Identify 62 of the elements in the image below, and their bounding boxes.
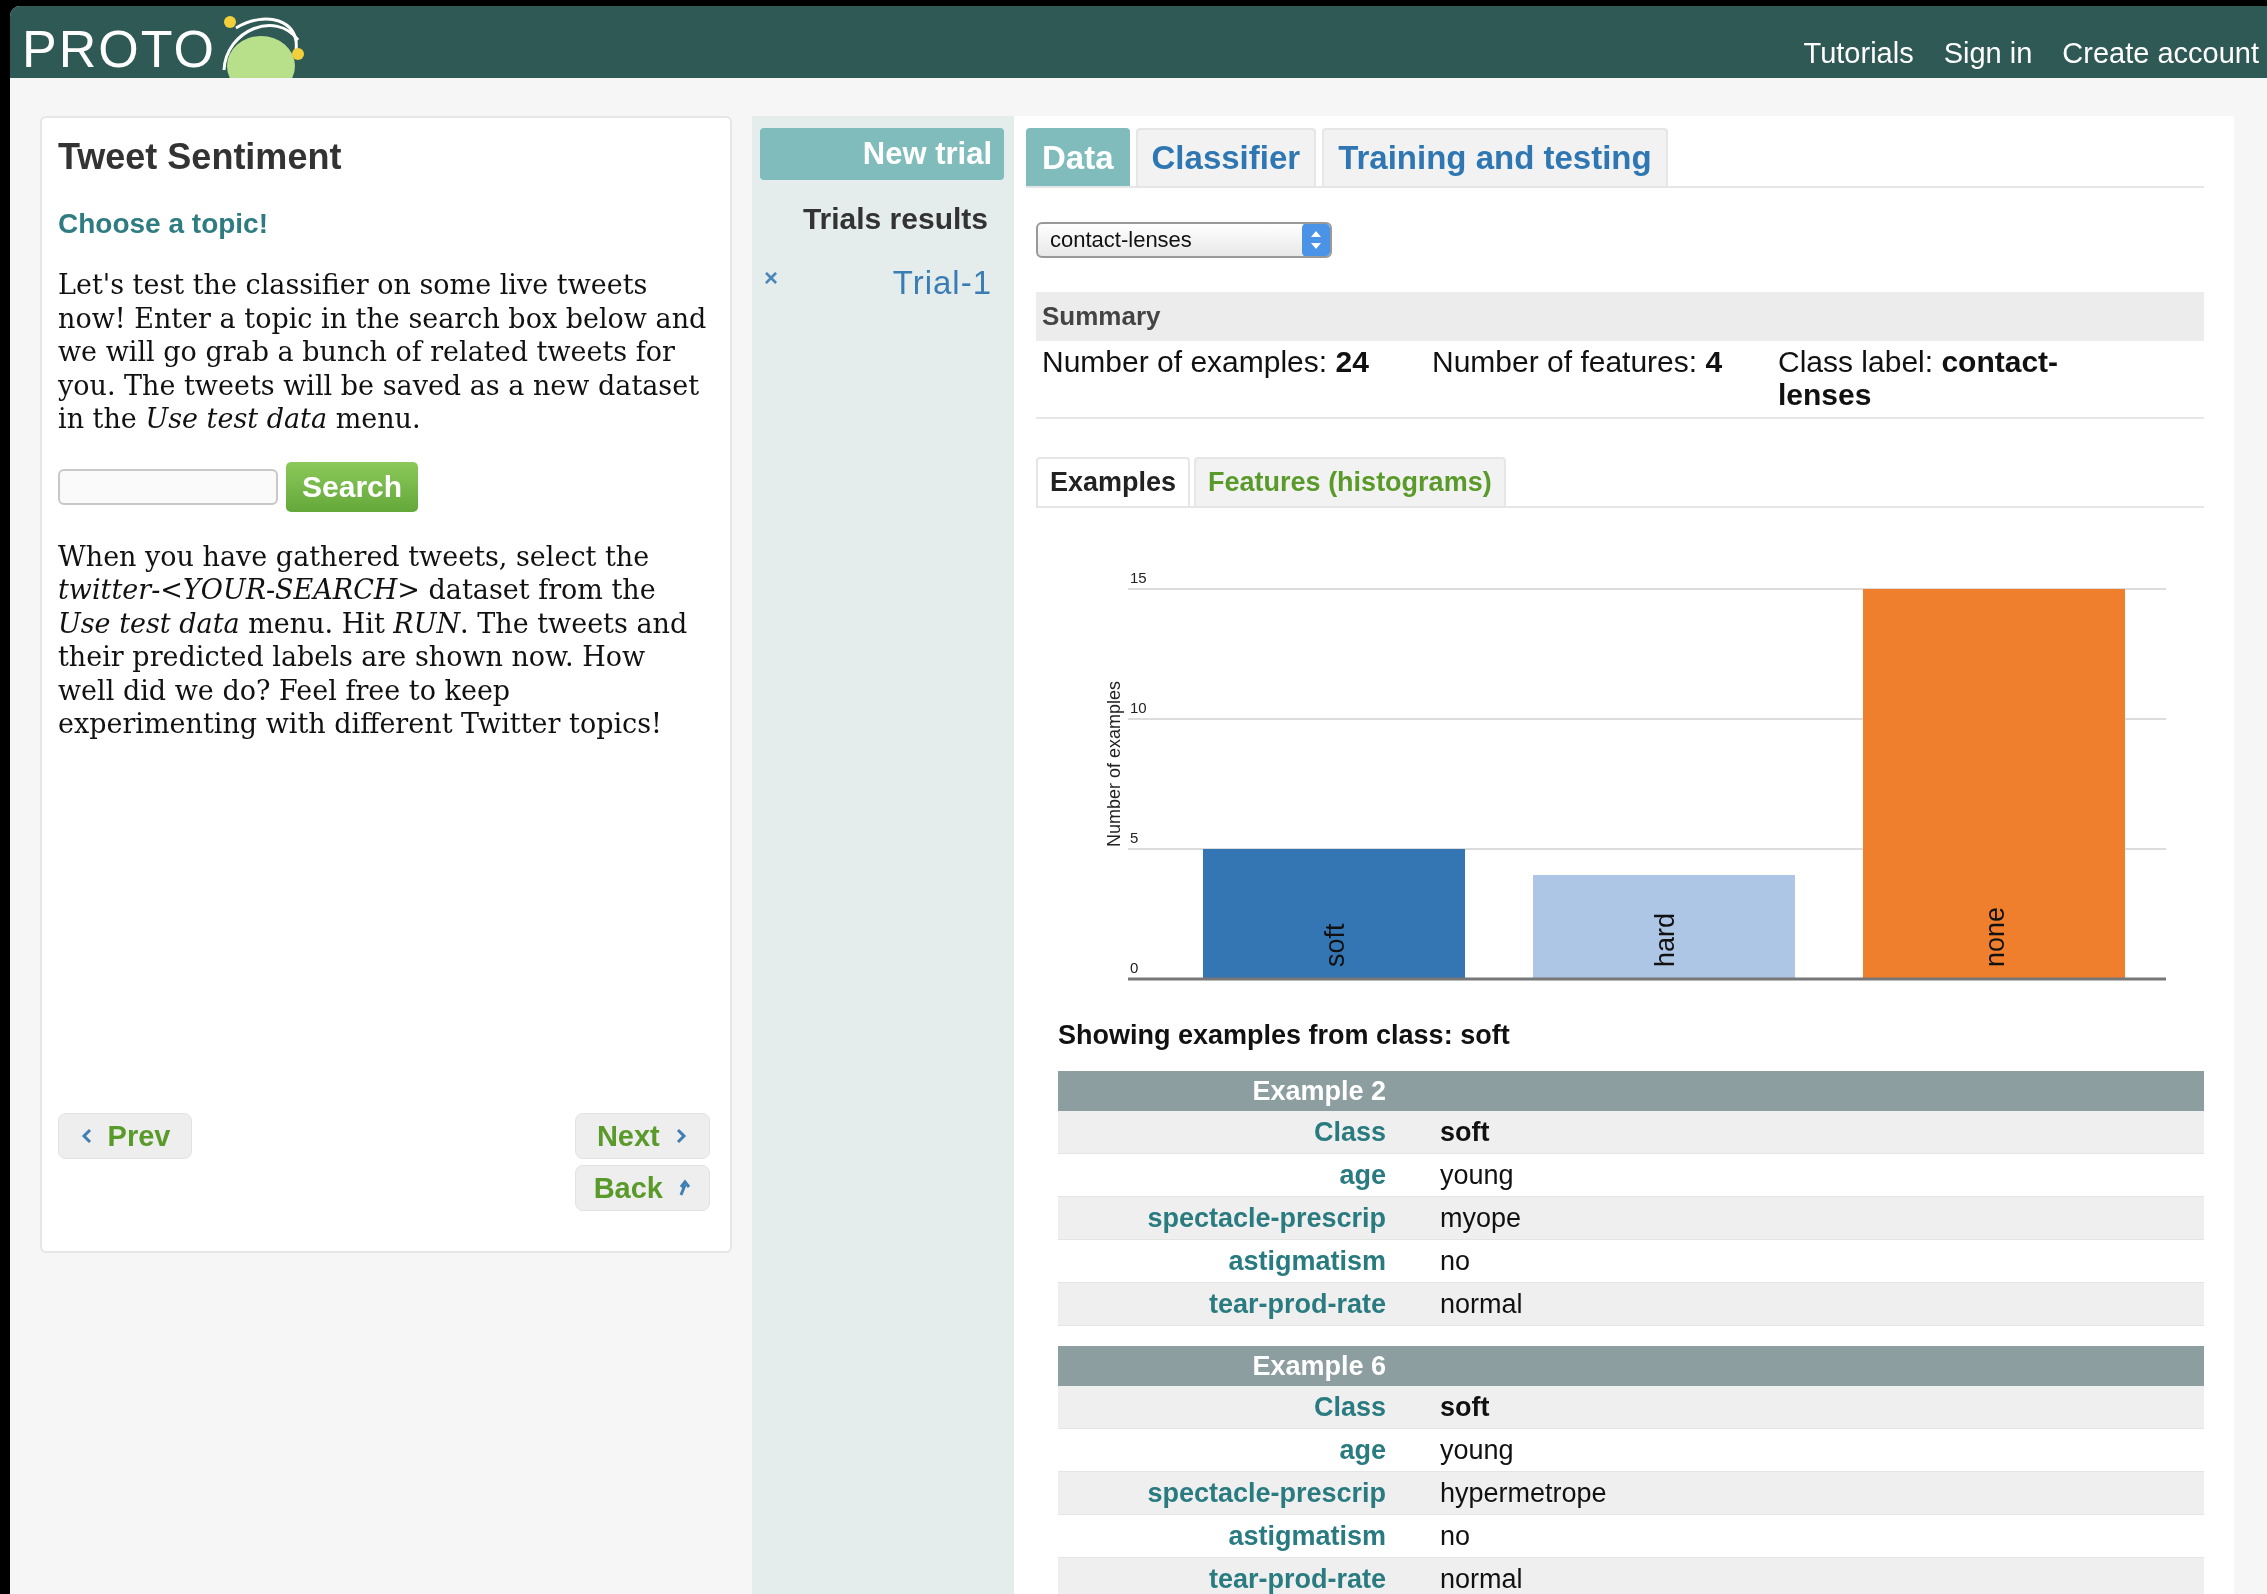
tick-label: 5 xyxy=(1130,829,1139,846)
attribute-value: no xyxy=(1440,1520,1471,1552)
lesson-title: Tweet Sentiment xyxy=(58,136,343,178)
axis-title: Number of examples xyxy=(1104,680,1124,848)
summary-stat: Number of features: 4 xyxy=(1432,345,1724,380)
lesson-paragraph: Let's test the classifier on some live tweets now! Enter a topic in the search box below and we will go grab a bunch of related tweets for you. The tweets will be saved as a new dataset in the Use test data menu. xyxy=(58,268,708,436)
attribute-name: tear-prod-rate xyxy=(1207,1288,1386,1320)
summary-heading: Summary xyxy=(1036,292,2204,341)
attribute-name: Class xyxy=(1312,1391,1386,1423)
attribute-name: astigmatism xyxy=(1227,1245,1386,1277)
tab[interactable]: Features (histograms) xyxy=(1194,457,1506,506)
tab[interactable]: Data xyxy=(1026,128,1130,186)
back-button[interactable]: Back xyxy=(574,1165,710,1211)
bar-label: hard xyxy=(1650,912,1680,967)
lesson-paragraph: When you have gathered tweets, select the twitter-<YOUR-SEARCH> dataset from the Use test data menu. Hit RUN. The tweets and their predicted labels are shown now. How well did we do? Feel free to keep experimenting with different Twitter topics! xyxy=(58,539,689,741)
tick-label: 10 xyxy=(1130,699,1147,716)
search-button[interactable]: Search xyxy=(286,461,419,512)
attribute-value: hypermetrope xyxy=(1440,1477,1607,1509)
bar[interactable] xyxy=(1533,875,1795,979)
tick-label: 0 xyxy=(1130,959,1139,976)
bar-label: none xyxy=(1980,906,2010,967)
prev-button[interactable]: Prev xyxy=(58,1113,192,1159)
attribute-value: young xyxy=(1440,1434,1514,1466)
attribute-value: soft xyxy=(1440,1391,1490,1423)
attribute-name: Class xyxy=(1312,1116,1386,1148)
nav-link[interactable]: Sign in xyxy=(1943,37,2033,70)
trials-heading: Trials results xyxy=(801,202,989,236)
attribute-value: young xyxy=(1440,1159,1514,1191)
search-field[interactable] xyxy=(58,468,278,505)
tick-label: 15 xyxy=(1130,569,1147,586)
examples-caption: Showing examples from class: soft xyxy=(1058,1020,1511,1051)
example-title: Example 2 xyxy=(1251,1075,1386,1107)
lesson-subtitle: Choose a topic! xyxy=(58,208,269,240)
attribute-name: age xyxy=(1338,1434,1386,1466)
attribute-value: no xyxy=(1440,1245,1471,1277)
attribute-name: age xyxy=(1338,1159,1386,1191)
logo-text[interactable]: PROTO xyxy=(22,20,216,78)
summary-stat: Class label: contact-lenses xyxy=(1778,345,2060,411)
tab[interactable]: Examples xyxy=(1036,457,1191,506)
next-button[interactable]: Next xyxy=(574,1113,710,1159)
chevron-left-icon xyxy=(79,1127,94,1145)
nav-link[interactable]: Tutorials xyxy=(1803,37,1914,70)
summary-stat: Number of examples: 24 xyxy=(1042,345,1370,380)
attribute-value: soft xyxy=(1440,1116,1490,1148)
attribute-name: spectacle-prescrip xyxy=(1146,1477,1386,1509)
new-trial-button[interactable]: New trial xyxy=(760,128,1004,180)
attribute-name: astigmatism xyxy=(1227,1520,1386,1552)
attribute-value: normal xyxy=(1440,1288,1523,1320)
tab[interactable]: Classifier xyxy=(1135,128,1317,186)
example-title: Example 6 xyxy=(1251,1350,1386,1382)
tab[interactable]: Training and testing xyxy=(1322,128,1668,186)
bar-label: soft xyxy=(1320,923,1350,967)
stepper-icon xyxy=(1302,224,1330,256)
attribute-value: myope xyxy=(1440,1202,1522,1234)
attribute-name: spectacle-prescrip xyxy=(1146,1202,1386,1234)
arrow-up-icon xyxy=(677,1179,691,1197)
dataset-select[interactable]: contact-lenses xyxy=(1036,222,1332,258)
attribute-value: normal xyxy=(1440,1563,1523,1594)
nav-link[interactable]: Create account xyxy=(2062,37,2259,70)
trial-link[interactable]: Trial-1 xyxy=(892,264,992,302)
remove-button[interactable]: × xyxy=(760,264,782,292)
attribute-name: tear-prod-rate xyxy=(1207,1563,1386,1594)
